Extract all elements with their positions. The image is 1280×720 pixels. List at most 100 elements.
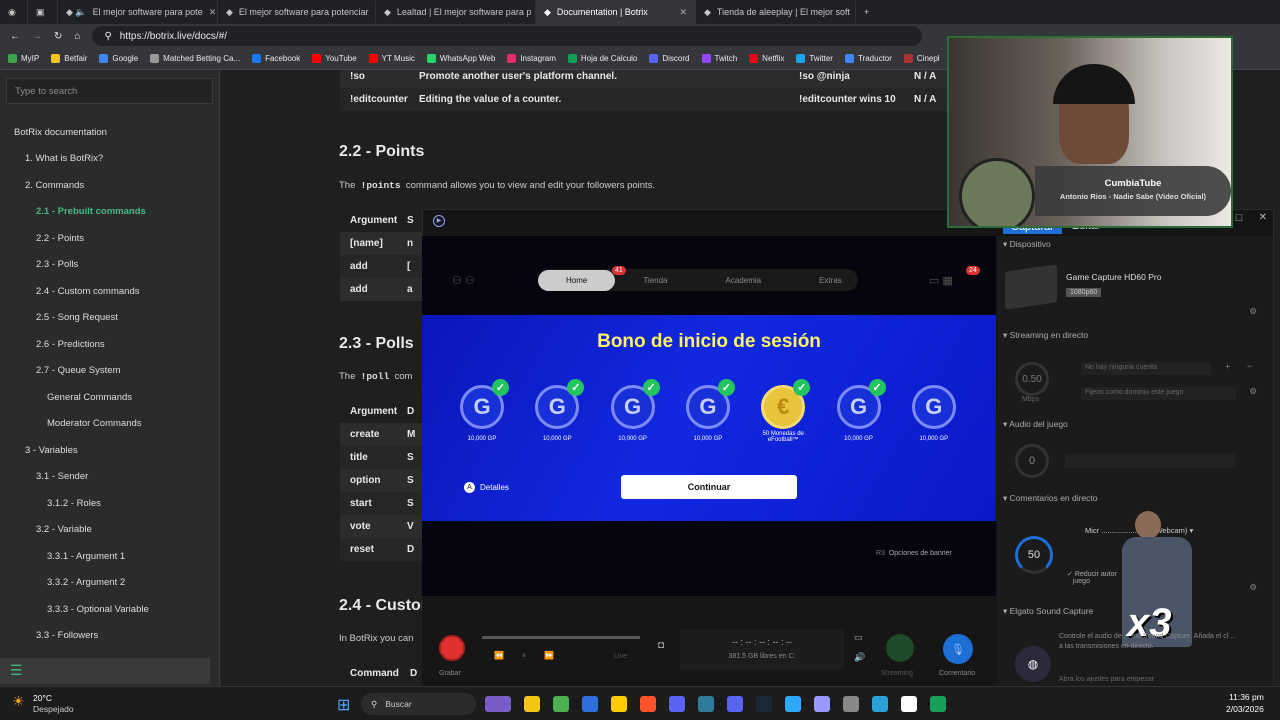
bookmark-6[interactable]: YT Music	[368, 54, 415, 63]
clock[interactable]: 11:36 pm 2/03/2026	[1226, 692, 1264, 714]
discord-icon[interactable]	[727, 696, 743, 712]
elgato-icon[interactable]	[669, 696, 685, 712]
new-tab-icon[interactable]: +	[856, 0, 880, 24]
reduce-game-audio-checkbox[interactable]: ✓ Reducir autor juego	[1067, 570, 1117, 585]
bookmark-5[interactable]: YouTube	[312, 54, 357, 63]
url-input[interactable]: ⚲ https://botrix.live/docs/#/	[92, 26, 923, 46]
maximize-icon[interactable]: ☐	[1235, 213, 1243, 224]
tab-4[interactable]: ◆ Documentation | Botrix ✕	[536, 0, 696, 24]
bookmark-15[interactable]: Cinepl	[903, 54, 940, 63]
monitor-icon[interactable]: ▭	[854, 632, 863, 643]
bookmark-1[interactable]: Betfair	[51, 54, 87, 63]
tab-3[interactable]: ◆Lealtad | El mejor software para p✕	[376, 0, 536, 24]
streaming-button[interactable]	[886, 634, 914, 662]
files-icon[interactable]	[611, 696, 627, 712]
tab-2[interactable]: ◆El mejor software para potenciar✕	[218, 0, 376, 24]
bookmark-12[interactable]: Netflix	[749, 54, 784, 63]
tab-list-icon[interactable]: ▣	[28, 0, 58, 24]
close-icon[interactable]: ✕	[1259, 212, 1267, 223]
sidebar-item[interactable]: 2. Commands	[0, 172, 219, 199]
sidebar-item[interactable]: 3 - Variables	[0, 437, 219, 464]
timeline-scrubber[interactable]	[482, 636, 640, 639]
start-button-icon[interactable]: ⊞	[337, 695, 350, 715]
sidebar-item[interactable]: 3.1 - Sender	[0, 464, 219, 491]
taskbar-search[interactable]: ⚲ Buscar	[361, 693, 476, 715]
streaming-section[interactable]: ▾ Streaming en directo	[1003, 330, 1088, 341]
calculator-icon[interactable]	[698, 696, 714, 712]
mic-level-dial[interactable]: 50	[1015, 536, 1053, 574]
details-button[interactable]: A Detalles	[464, 482, 509, 493]
bookmark-10[interactable]: Discord	[649, 54, 690, 63]
close-icon[interactable]: ✕	[209, 7, 217, 18]
device-resolution[interactable]: 1080p60	[1066, 288, 1102, 297]
game-audio-dial[interactable]: 0	[1015, 444, 1049, 478]
comments-section[interactable]: ▾ Comentarios en directo	[1003, 493, 1098, 504]
photoshop-icon[interactable]	[785, 696, 801, 712]
game-title-input[interactable]: Fijeos como dominio este juego	[1081, 387, 1236, 400]
gear-icon[interactable]: ⚙	[1249, 306, 1257, 317]
sidebar-item[interactable]: 2.7 - Queue System	[0, 358, 219, 385]
bookmark-11[interactable]: Twitch	[701, 54, 737, 63]
remove-icon[interactable]: −	[1247, 361, 1252, 371]
sidebar-item[interactable]: BotRix documentation	[0, 119, 219, 146]
sidebar-item[interactable]: 2.1 - Prebuilt commands	[0, 199, 219, 226]
settings-icon[interactable]	[843, 696, 859, 712]
media-player-icon[interactable]	[901, 696, 917, 712]
sidebar-item[interactable]: General Commands	[0, 384, 219, 411]
sound-capture-section[interactable]: ▾ Elgato Sound Capture	[1003, 606, 1093, 617]
bookmark-9[interactable]: Hoja de Calculo	[567, 54, 637, 63]
add-icon[interactable]: +	[1225, 361, 1230, 371]
sidebar-item[interactable]: 1. What is BotRix?	[0, 146, 219, 173]
bookmark-4[interactable]: Facebook	[252, 54, 300, 63]
screenshot-icon[interactable]: ◘	[658, 640, 664, 651]
sidebar-item[interactable]: 3.3.2 - Argument 2	[0, 570, 219, 597]
brave-icon[interactable]	[640, 696, 656, 712]
sidebar-item[interactable]: 3.3.3 - Optional Variable	[0, 596, 219, 623]
steam-icon[interactable]	[756, 696, 772, 712]
bitrate-dial[interactable]: 0.50	[1015, 362, 1049, 396]
premiere-icon[interactable]	[814, 696, 830, 712]
tab-5[interactable]: ◆Tienda de aleeplay | El mejor soft✕	[696, 0, 856, 24]
bookmark-3[interactable]: Matched Betting Ca...	[150, 54, 240, 63]
menu-icon[interactable]: ☰	[10, 662, 23, 679]
sound-capture-link[interactable]: Abra los ajustes para empezar	[1059, 676, 1154, 683]
home-icon[interactable]: ⌂	[74, 31, 80, 42]
close-icon[interactable]: ✕	[679, 7, 687, 18]
profile-icon[interactable]: ◉	[0, 0, 28, 24]
sidebar-item[interactable]: 3.2 - Variable	[0, 517, 219, 544]
site-info-icon[interactable]: ⚲	[104, 31, 111, 42]
playback-buttons[interactable]: ⏪⏸⏩	[494, 651, 572, 661]
record-button[interactable]	[439, 635, 465, 661]
device-section[interactable]: ▾ Dispositivo	[1003, 239, 1051, 250]
bookmark-8[interactable]: Instagram	[507, 54, 556, 63]
account-select[interactable]: No hay ninguna cuenta	[1081, 362, 1211, 375]
game-tab-home[interactable]: Home	[538, 269, 616, 291]
gear-icon[interactable]: ⚙	[1249, 386, 1257, 397]
docs-search-input[interactable]: Type to search	[6, 78, 213, 104]
forward-icon[interactable]: →	[32, 31, 42, 42]
reload-icon[interactable]: ↻	[54, 31, 62, 42]
sidebar-item[interactable]: 3.3.1 - Argument 1	[0, 543, 219, 570]
banner-options[interactable]: R3 Opciones de banner	[876, 550, 952, 557]
sidebar-item[interactable]: 3.3 - Followers	[0, 623, 219, 650]
bookmark-0[interactable]: MyIP	[8, 54, 39, 63]
audio-section[interactable]: ▾ Audio del juego	[1003, 419, 1068, 430]
bookmark-14[interactable]: Traductor	[844, 54, 892, 63]
tab-1[interactable]: ◆ 🔈 El mejor software para pote ✕	[58, 0, 218, 24]
sidebar-item[interactable]: 2.6 - Predictions	[0, 331, 219, 358]
sidebar-item[interactable]: 2.4 - Custom commands	[0, 278, 219, 305]
back-icon[interactable]: ←	[10, 31, 20, 42]
sidebar-item[interactable]: 2.5 - Song Request	[0, 305, 219, 332]
gear-icon[interactable]: ⚙	[1249, 582, 1257, 593]
bookmark-7[interactable]: WhatsApp Web	[426, 54, 495, 63]
game-tab-tienda[interactable]: Tienda	[643, 276, 667, 285]
bookmark-13[interactable]: Twitter	[796, 54, 833, 63]
edge-icon[interactable]	[930, 696, 946, 712]
volume-icon[interactable]: 🔊	[854, 652, 865, 663]
sidebar-item[interactable]: 2.2 - Points	[0, 225, 219, 252]
sidebar-item[interactable]: 2.3 - Polls	[0, 252, 219, 279]
sidebar-item[interactable]: 3.1.2 - Roles	[0, 490, 219, 517]
chrome-icon[interactable]	[553, 696, 569, 712]
folder-icon[interactable]	[524, 696, 540, 712]
microphone-icon[interactable]: 🎙	[943, 634, 973, 664]
